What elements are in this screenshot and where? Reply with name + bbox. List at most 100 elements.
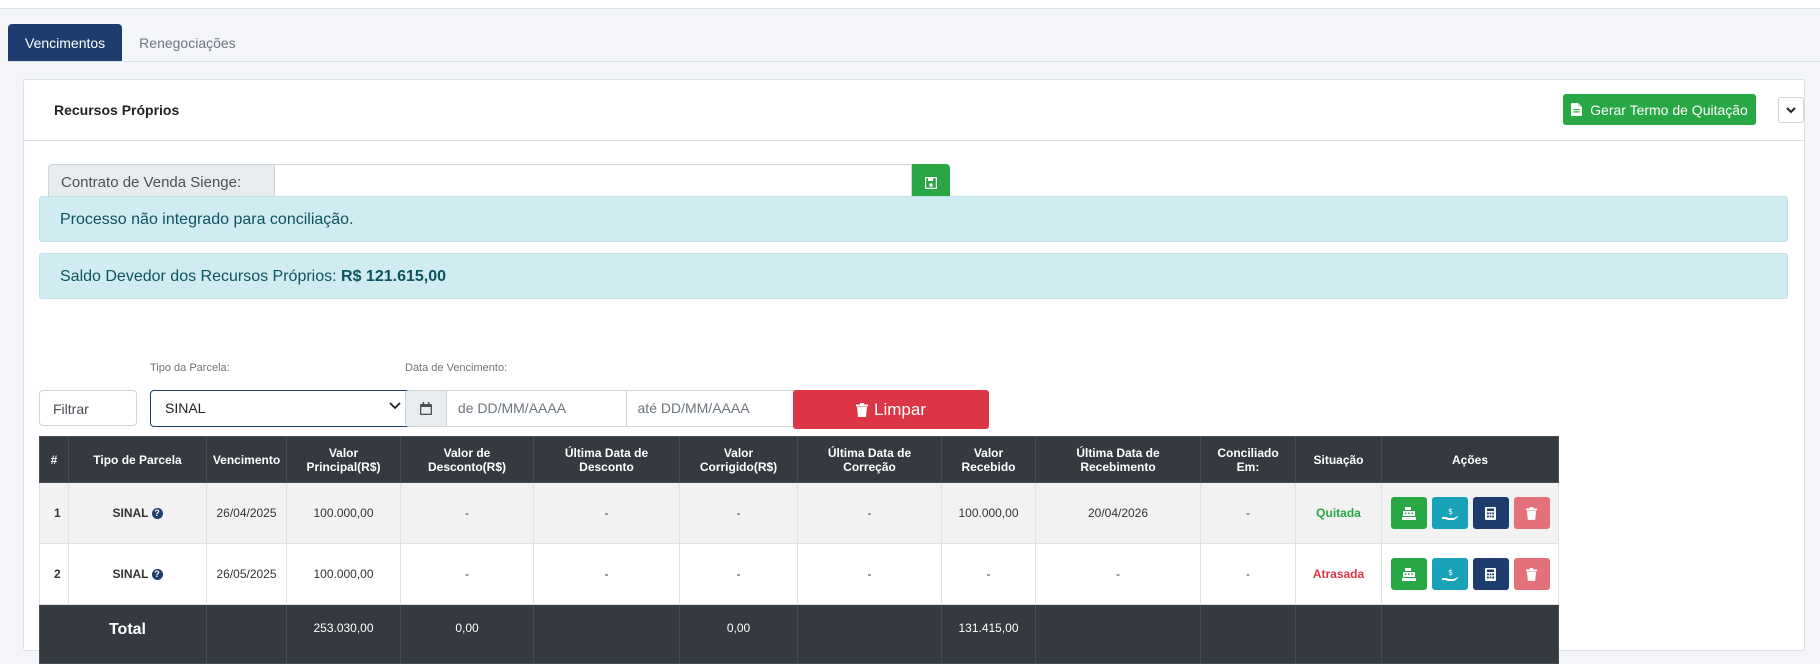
calendar-icon[interactable]: [406, 391, 447, 426]
cash-register-button[interactable]: [1390, 497, 1427, 529]
tab-renegociacoes[interactable]: Renegociações: [122, 24, 253, 62]
col-header: Valor Recebido: [941, 436, 1036, 483]
col-header: #: [39, 436, 69, 483]
footer-empty: [1035, 604, 1201, 664]
row-desconto: -: [400, 482, 534, 544]
row-tipo: SINAL?: [68, 543, 207, 605]
table-footer-row: Total 253.030,00 0,00 0,00 131.415,00: [39, 604, 1559, 664]
row-situacao: Atrasada: [1295, 543, 1382, 605]
total-recebido: 131.415,00: [941, 604, 1036, 664]
row-actions: $: [1381, 482, 1559, 544]
footer-empty: [797, 604, 942, 664]
row-recebido: -: [941, 543, 1036, 605]
col-header: Ações: [1381, 436, 1559, 483]
table-row: 1 SINAL? 26/04/2025 100.000,00 - - - - 1…: [39, 482, 1559, 544]
clear-button[interactable]: Limpar: [793, 390, 989, 429]
not-integrated-alert: Processo não integrado para conciliação.: [39, 196, 1788, 242]
question-icon[interactable]: ?: [151, 508, 163, 520]
trash-icon: [1526, 567, 1537, 581]
row-situacao: Quitada: [1295, 482, 1382, 544]
total-corrigido: 0,00: [679, 604, 798, 664]
balance-alert: Saldo Devedor dos Recursos Próprios: R$ …: [39, 253, 1788, 299]
top-bar: [0, 0, 1820, 9]
calculator-button[interactable]: [1472, 497, 1509, 529]
row-corrigido: -: [679, 482, 798, 544]
cash-register-icon: [1401, 506, 1416, 520]
col-header: Tipo de Parcela: [68, 436, 207, 483]
delete-button[interactable]: [1513, 558, 1550, 590]
row-corrigido: -: [679, 543, 798, 605]
row-conciliado: -: [1200, 482, 1296, 544]
panel-header: Recursos Próprios Gerar Termo de Quitaçã…: [24, 80, 1804, 141]
row-actions: $: [1381, 543, 1559, 605]
receive-payment-button[interactable]: $: [1431, 558, 1468, 590]
generate-quitacao-button[interactable]: Gerar Termo de Quitação: [1563, 94, 1756, 125]
trash-icon: [1526, 506, 1537, 520]
tipo-parcela-select[interactable]: SINAL: [150, 390, 412, 427]
tipo-parcela-label: Tipo da Parcela:: [150, 362, 230, 374]
date-from-input[interactable]: de DD/MM/AAAA: [447, 391, 627, 426]
tab-bar: Vencimentos Renegociações: [8, 24, 253, 62]
clear-label: Limpar: [874, 399, 926, 419]
row-principal: 100.000,00: [286, 482, 401, 544]
total-label: Total: [39, 604, 207, 664]
row-data-correcao: -: [797, 543, 942, 605]
balance-value: R$ 121.615,00: [341, 268, 447, 285]
tab-divider: [8, 61, 1820, 62]
cash-register-button[interactable]: [1390, 558, 1427, 590]
filter-input[interactable]: Filtrar: [39, 390, 137, 426]
hand-money-icon: $: [1441, 507, 1458, 520]
file-icon: [1571, 103, 1583, 116]
row-conciliado: -: [1200, 543, 1296, 605]
generate-quitacao-label: Gerar Termo de Quitação: [1590, 101, 1748, 118]
row-recebido: 100.000,00: [941, 482, 1036, 544]
calculator-icon: [1485, 567, 1496, 581]
footer-empty: [1295, 604, 1382, 664]
question-icon[interactable]: ?: [151, 569, 163, 581]
row-tipo-label: SINAL: [112, 567, 149, 581]
trash-icon: [856, 402, 869, 417]
footer-empty: [533, 604, 680, 664]
chevron-down-icon: [389, 402, 401, 410]
data-vencimento-label: Data de Vencimento:: [405, 362, 508, 374]
footer-empty: [206, 604, 287, 664]
cash-register-icon: [1401, 567, 1416, 581]
col-header: Última Data de Correção: [797, 436, 942, 483]
svg-text:$: $: [1448, 568, 1453, 577]
col-header: Conciliado Em:: [1200, 436, 1296, 483]
tipo-parcela-value: SINAL: [165, 400, 206, 416]
footer-empty: [1381, 604, 1559, 664]
row-data-recebimento: 20/04/2026: [1035, 482, 1201, 544]
table-header-row: # Tipo de Parcela Vencimento Valor Princ…: [39, 436, 1559, 483]
calculator-icon: [1485, 506, 1496, 520]
row-number: 2: [39, 543, 69, 605]
total-principal: 253.030,00: [286, 604, 401, 664]
col-header: Última Data de Desconto: [533, 436, 680, 483]
row-tipo-label: SINAL: [112, 506, 149, 520]
receive-payment-button[interactable]: $: [1431, 497, 1468, 529]
col-header: Valor de Desconto(R$): [400, 436, 534, 483]
chevron-down-icon: [1786, 106, 1796, 113]
row-principal: 100.000,00: [286, 543, 401, 605]
calculator-button[interactable]: [1472, 558, 1509, 590]
footer-empty: [1200, 604, 1296, 664]
col-header: Valor Principal(R$): [286, 436, 401, 483]
tab-vencimentos[interactable]: Vencimentos: [8, 24, 123, 62]
row-data-recebimento: -: [1035, 543, 1201, 605]
total-desconto: 0,00: [400, 604, 534, 664]
row-number: 1: [39, 482, 69, 544]
row-desconto: -: [400, 543, 534, 605]
collapse-button[interactable]: [1778, 97, 1804, 123]
delete-button[interactable]: [1513, 497, 1550, 529]
installments-table: # Tipo de Parcela Vencimento Valor Princ…: [39, 436, 1559, 664]
row-vencimento: 26/05/2025: [206, 543, 287, 605]
balance-label: Saldo Devedor dos Recursos Próprios:: [60, 268, 337, 285]
row-tipo: SINAL?: [68, 482, 207, 544]
row-data-desconto: -: [533, 482, 680, 544]
svg-text:$: $: [1448, 507, 1453, 516]
col-header: Valor Corrigido(R$): [679, 436, 798, 483]
recursos-proprios-panel: Recursos Próprios Gerar Termo de Quitaçã…: [23, 79, 1805, 664]
col-header: Última Data de Recebimento: [1035, 436, 1201, 483]
save-icon: [925, 176, 937, 189]
col-header: Situação: [1295, 436, 1382, 483]
